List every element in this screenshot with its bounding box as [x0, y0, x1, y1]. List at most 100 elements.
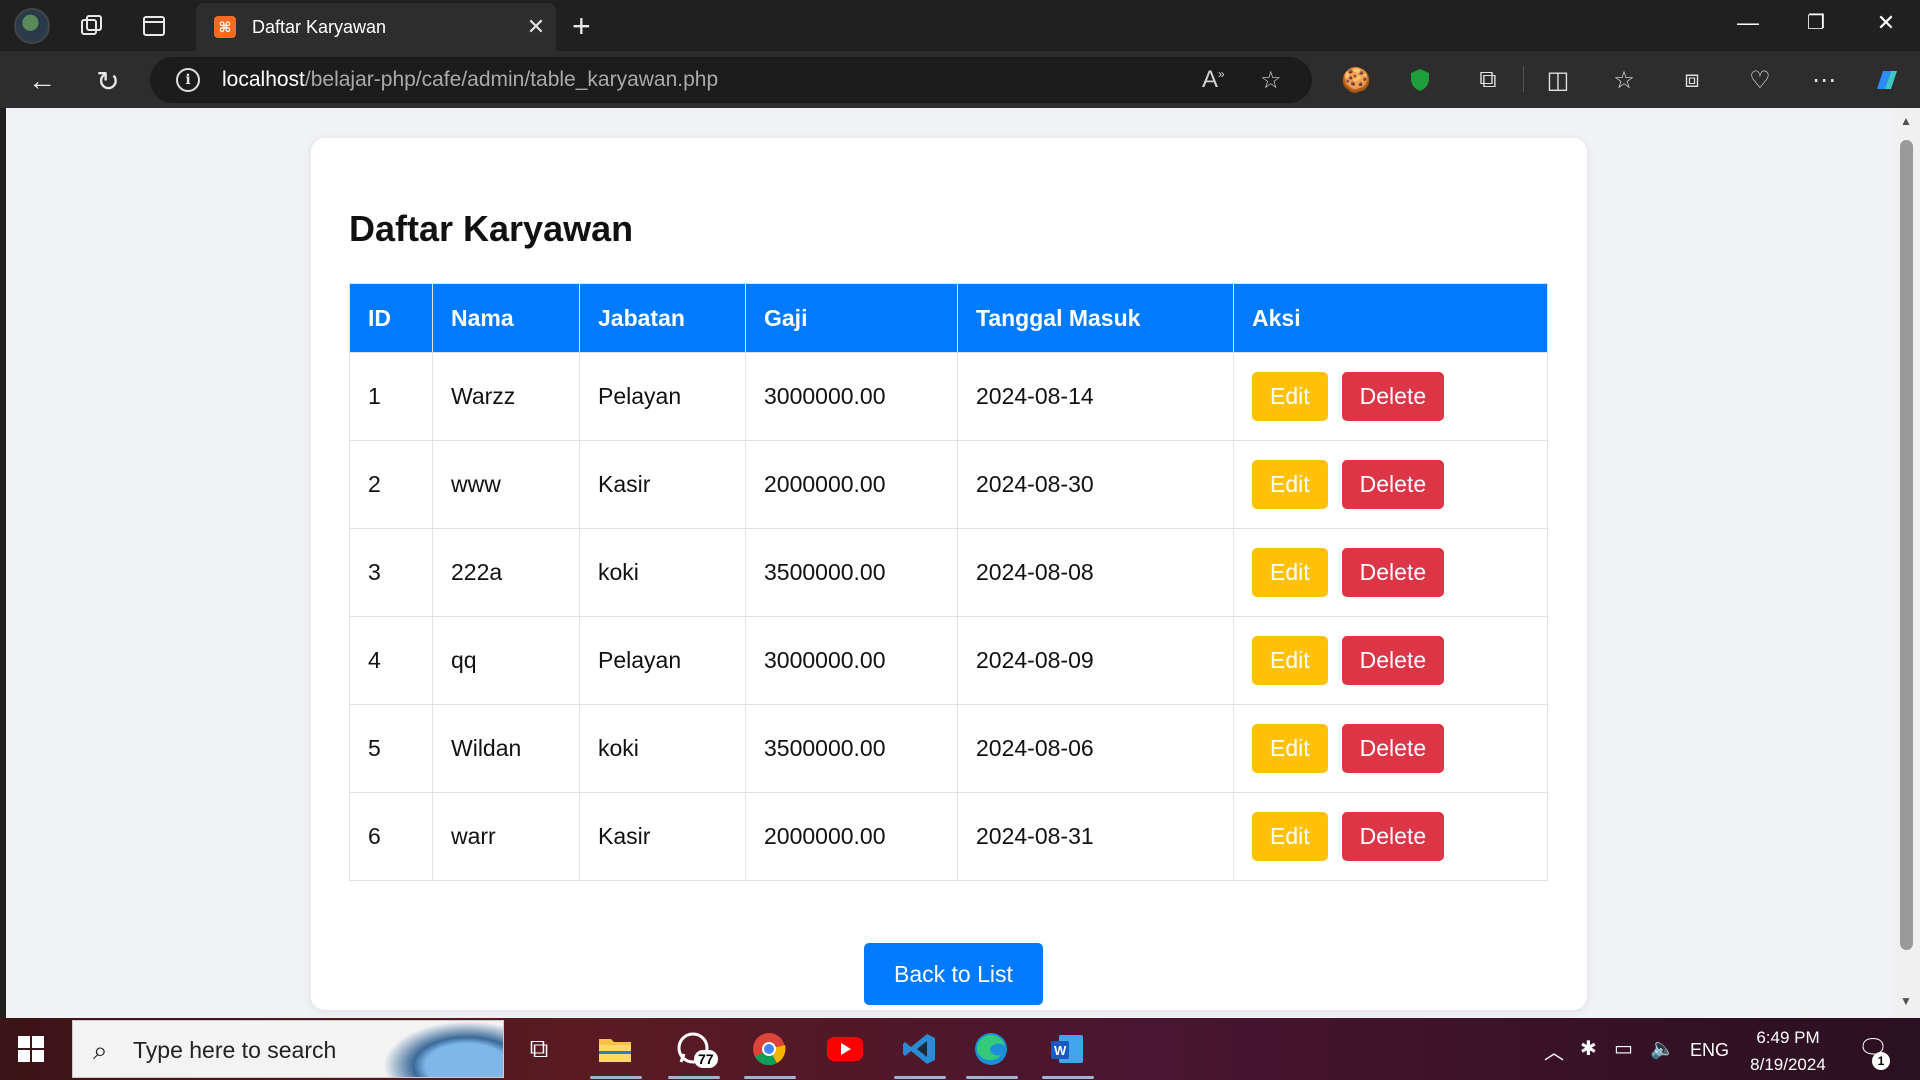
- cell-id: 6: [349, 792, 433, 881]
- column-header-nama: Nama: [432, 283, 580, 353]
- delete-button[interactable]: Delete: [1341, 460, 1445, 509]
- edit-button[interactable]: Edit: [1252, 636, 1328, 685]
- url-text[interactable]: localhost/belajar-php/cafe/admin/table_k…: [222, 68, 718, 92]
- delete-button[interactable]: Delete: [1341, 724, 1445, 773]
- cell-jabatan: Pelayan: [579, 616, 746, 705]
- edge-icon[interactable]: [968, 1026, 1014, 1072]
- cell-nama: Wildan: [432, 704, 580, 793]
- search-highlight-art: [383, 1021, 503, 1077]
- file-explorer-icon[interactable]: [592, 1026, 638, 1072]
- more-options-icon[interactable]: ⋯: [1808, 64, 1840, 96]
- cell-id: 2: [349, 440, 433, 529]
- extensions-icon[interactable]: ⧉: [1472, 64, 1504, 96]
- table-row: 4 qq Pelayan 3000000.00 2024-08-09 Edit D…: [349, 616, 1548, 705]
- cell-aksi: Edit Delete: [1233, 352, 1548, 441]
- cookie-extension-icon[interactable]: 🍪: [1340, 64, 1372, 96]
- table-row: 2 www Kasir 2000000.00 2024-08-30 Edit De…: [349, 440, 1548, 529]
- shield-extension-icon[interactable]: [1404, 64, 1436, 96]
- edit-button[interactable]: Edit: [1252, 812, 1328, 861]
- cell-gaji: 3000000.00: [745, 352, 958, 441]
- edit-button[interactable]: Edit: [1252, 460, 1328, 509]
- read-aloud-icon[interactable]: A»: [1202, 66, 1225, 94]
- table-row: 1 Warzz Pelayan 3000000.00 2024-08-14 Ed…: [349, 352, 1548, 441]
- toolbar-divider: [1523, 66, 1524, 92]
- scroll-down-icon[interactable]: ▼: [1900, 994, 1912, 1008]
- address-bar[interactable]: i localhost/belajar-php/cafe/admin/table…: [150, 57, 1312, 103]
- delete-button[interactable]: Delete: [1341, 372, 1445, 421]
- taskbar-clock[interactable]: 6:49 PM 8/19/2024: [1740, 1024, 1836, 1078]
- cell-aksi: Edit Delete: [1233, 528, 1548, 617]
- vscode-icon[interactable]: [896, 1026, 942, 1072]
- minimize-icon[interactable]: —: [1728, 10, 1768, 36]
- word-running-indicator: [1042, 1076, 1094, 1079]
- favorite-star-icon[interactable]: ☆: [1260, 66, 1282, 95]
- cell-aksi: Edit Delete: [1233, 704, 1548, 793]
- tab-actions-icon[interactable]: [138, 10, 170, 42]
- tab-daftar-karyawan[interactable]: ⌘ Daftar Karyawan ✕: [196, 3, 556, 51]
- bluetooth-icon[interactable]: ✱: [1580, 1036, 1597, 1061]
- delete-button[interactable]: Delete: [1341, 548, 1445, 597]
- vscode-running-indicator: [894, 1076, 946, 1079]
- url-path: /belajar-php/cafe/admin/table_karyawan.p…: [304, 68, 719, 91]
- column-header-tanggal-masuk: Tanggal Masuk: [957, 283, 1234, 353]
- battery-icon[interactable]: ▭: [1614, 1036, 1633, 1061]
- table-row: 5 Wildan koki 3500000.00 2024-08-06 Edit…: [349, 704, 1548, 793]
- cell-nama: warr: [432, 792, 580, 881]
- clock-date: 8/19/2024: [1750, 1055, 1826, 1074]
- delete-button[interactable]: Delete: [1341, 636, 1445, 685]
- cell-aksi: Edit Delete: [1233, 792, 1548, 881]
- workspaces-icon[interactable]: [76, 10, 108, 42]
- close-window-icon[interactable]: ✕: [1866, 10, 1906, 36]
- search-placeholder: Type here to search: [133, 1037, 337, 1063]
- table-header-row: ID Nama Jabatan Gaji Tanggal Masuk Aksi: [349, 283, 1548, 353]
- cell-tanggal-masuk: 2024-08-31: [957, 792, 1234, 881]
- column-header-gaji: Gaji: [745, 283, 958, 353]
- chrome-running-indicator: [744, 1076, 796, 1079]
- scroll-up-icon[interactable]: ▲: [1900, 114, 1912, 128]
- table-row: 6 warr Kasir 2000000.00 2024-08-31 Edit D…: [349, 792, 1548, 881]
- profile-avatar[interactable]: [14, 8, 50, 44]
- column-header-aksi: Aksi: [1233, 283, 1548, 353]
- cell-id: 4: [349, 616, 433, 705]
- browser-essentials-icon[interactable]: ♡: [1744, 64, 1776, 96]
- whatsapp-running-indicator: [668, 1076, 720, 1079]
- edit-button[interactable]: Edit: [1252, 372, 1328, 421]
- chrome-icon[interactable]: [746, 1026, 792, 1072]
- scroll-thumb[interactable]: [1900, 140, 1913, 950]
- windows-start-icon[interactable]: [18, 1036, 44, 1062]
- edit-button[interactable]: Edit: [1252, 548, 1328, 597]
- restore-icon[interactable]: ❐: [1796, 10, 1836, 35]
- site-info-icon[interactable]: i: [176, 68, 200, 92]
- url-host: localhost: [222, 68, 305, 91]
- show-hidden-icons-chevron-icon[interactable]: ︿: [1544, 1036, 1564, 1065]
- favorites-icon[interactable]: ☆: [1608, 64, 1640, 96]
- task-view-icon[interactable]: ⧉: [516, 1026, 562, 1072]
- file-explorer-running-indicator: [590, 1076, 642, 1079]
- refresh-icon[interactable]: ↻: [88, 61, 128, 101]
- cell-gaji: 2000000.00: [745, 792, 958, 881]
- delete-button[interactable]: Delete: [1341, 812, 1445, 861]
- cell-gaji: 3500000.00: [745, 704, 958, 793]
- column-header-jabatan: Jabatan: [579, 283, 746, 353]
- cell-nama: 222a: [432, 528, 580, 617]
- cell-gaji: 3500000.00: [745, 528, 958, 617]
- back-to-list-button[interactable]: Back to List: [864, 943, 1043, 1005]
- cell-tanggal-masuk: 2024-08-09: [957, 616, 1234, 705]
- word-icon[interactable]: W: [1044, 1026, 1090, 1072]
- back-icon[interactable]: ←: [22, 61, 62, 101]
- new-tab-icon[interactable]: +: [572, 8, 591, 45]
- edit-button[interactable]: Edit: [1252, 724, 1328, 773]
- volume-icon[interactable]: 🔈: [1650, 1036, 1675, 1061]
- page-title: Daftar Karyawan: [349, 208, 634, 249]
- tab-close-icon[interactable]: ✕: [516, 14, 556, 40]
- page-scrollbar[interactable]: ▲ ▼: [1894, 108, 1920, 1018]
- taskbar-search-box[interactable]: ⌕ Type here to search: [72, 1020, 504, 1078]
- split-screen-icon[interactable]: ◫: [1542, 64, 1574, 96]
- copilot-icon[interactable]: [1870, 64, 1902, 96]
- cell-tanggal-masuk: 2024-08-14: [957, 352, 1234, 441]
- language-indicator[interactable]: ENG: [1690, 1040, 1729, 1061]
- youtube-icon[interactable]: [822, 1026, 868, 1072]
- search-icon: ⌕: [93, 1035, 108, 1065]
- collections-icon[interactable]: ⧈: [1676, 64, 1708, 96]
- cell-aksi: Edit Delete: [1233, 616, 1548, 705]
